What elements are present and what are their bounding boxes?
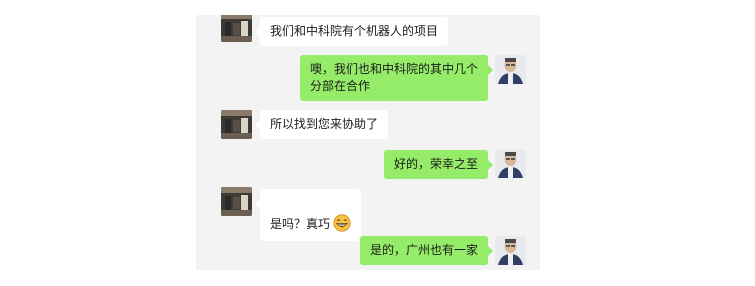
grin-face-icon (333, 214, 351, 232)
message-bubble-incoming[interactable]: 所以找到您来协助了 (254, 110, 389, 139)
self-avatar[interactable] (495, 149, 526, 178)
self-avatar[interactable] (495, 55, 526, 84)
message-bubble-outgoing[interactable]: 是的，广州也有一家 (359, 236, 494, 265)
contact-avatar[interactable] (221, 110, 252, 139)
message-bubble-incoming[interactable]: 是吗？真巧 (254, 189, 362, 241)
message-text: 是吗？真巧 (270, 217, 331, 231)
message-bubble-outgoing[interactable]: 好的，荣幸之至 (383, 150, 494, 179)
message-bubble-incoming[interactable]: 我们和中科院有个机器人的项目 (254, 17, 449, 46)
contact-avatar[interactable] (221, 187, 252, 216)
self-avatar[interactable] (495, 236, 526, 265)
message-bubble-outgoing[interactable]: 噢，我们也和中科院的其中几个 分部在合作 (299, 55, 494, 101)
chat-window: 我们和中科院有个机器人的项目 噢，我们也和中科院的其中几个 分部在合作 所以找到… (196, 15, 540, 270)
contact-avatar[interactable] (221, 15, 252, 42)
